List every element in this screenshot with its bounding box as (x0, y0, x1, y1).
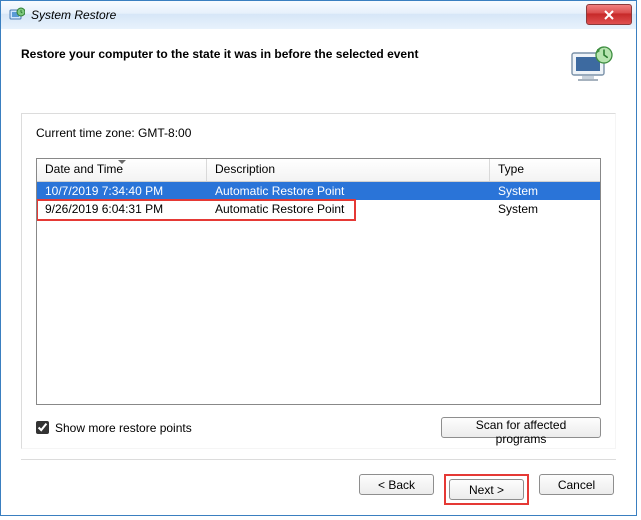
table-body[interactable]: 10/7/2019 7:34:40 PM Automatic Restore P… (37, 182, 600, 404)
table-row[interactable]: 9/26/2019 6:04:31 PM Automatic Restore P… (37, 200, 600, 218)
table-header: Date and Time Description Type (37, 159, 600, 182)
show-more-checkbox-input[interactable] (36, 421, 49, 434)
annotation-next-highlight: Next > (444, 474, 529, 505)
show-more-checkbox-label: Show more restore points (55, 421, 192, 435)
restore-monitor-icon (568, 45, 616, 87)
column-header-datetime-label: Date and Time (45, 162, 123, 176)
restore-points-table: Date and Time Description Type 10/7/2019… (36, 158, 601, 405)
system-restore-icon (9, 7, 25, 23)
table-row[interactable]: 10/7/2019 7:34:40 PM Automatic Restore P… (37, 182, 600, 200)
content-panel: Current time zone: GMT-8:00 Date and Tim… (21, 113, 616, 449)
window-title: System Restore (31, 8, 116, 22)
back-button[interactable]: < Back (359, 474, 434, 495)
cell-type: System (490, 202, 600, 216)
timezone-label: Current time zone: GMT-8:00 (36, 126, 601, 140)
column-header-type[interactable]: Type (490, 159, 600, 181)
close-button[interactable] (586, 4, 632, 25)
cell-datetime: 10/7/2019 7:34:40 PM (37, 184, 207, 198)
column-header-description-label: Description (215, 162, 275, 176)
footer-buttons: < Back Next > Cancel (21, 474, 616, 505)
cell-type: System (490, 184, 600, 198)
titlebar: System Restore (1, 0, 636, 29)
cancel-button[interactable]: Cancel (539, 474, 614, 495)
column-header-description[interactable]: Description (207, 159, 490, 181)
column-header-type-label: Type (498, 162, 524, 176)
scan-affected-button[interactable]: Scan for affected programs (441, 417, 601, 438)
column-header-datetime[interactable]: Date and Time (37, 159, 207, 181)
show-more-checkbox[interactable]: Show more restore points (36, 421, 192, 435)
footer-separator (21, 459, 616, 460)
page-heading: Restore your computer to the state it wa… (21, 47, 418, 61)
next-button[interactable]: Next > (449, 479, 524, 500)
sort-descending-icon (118, 160, 126, 164)
system-restore-window: System Restore Restore your computer to … (0, 0, 637, 516)
body: Restore your computer to the state it wa… (1, 29, 636, 515)
close-icon (603, 10, 615, 20)
cell-datetime: 9/26/2019 6:04:31 PM (37, 202, 207, 216)
cell-description: Automatic Restore Point (207, 202, 490, 216)
cell-description: Automatic Restore Point (207, 184, 490, 198)
